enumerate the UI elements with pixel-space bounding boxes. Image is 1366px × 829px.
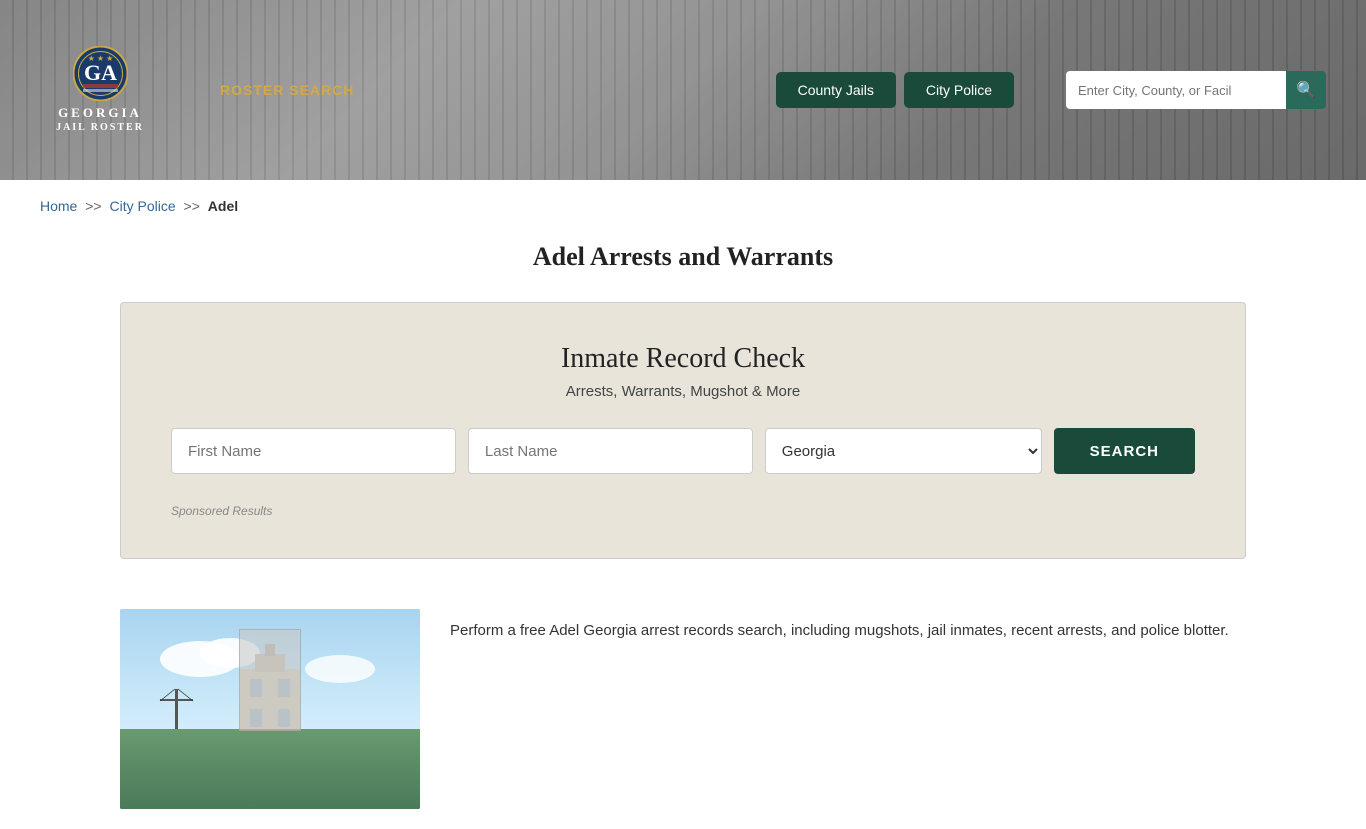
state-select[interactable]: Georgia Alabama Florida Tennessee South … (765, 428, 1042, 474)
breadcrumb-home[interactable]: Home (40, 198, 77, 214)
svg-text:★ ★ ★: ★ ★ ★ (87, 54, 113, 63)
breadcrumb-current: Adel (208, 198, 238, 214)
header-search-area: 🔍 (1066, 71, 1326, 109)
breadcrumb-sep2: >> (184, 198, 200, 214)
record-search-button[interactable]: SEARCH (1054, 428, 1195, 474)
breadcrumb: Home >> City Police >> Adel (0, 180, 1366, 232)
page-title-section: Adel Arrests and Warrants (0, 232, 1366, 302)
page-title: Adel Arrests and Warrants (40, 242, 1326, 272)
record-check-box: Inmate Record Check Arrests, Warrants, M… (120, 302, 1246, 559)
svg-text:GA: GA (84, 60, 117, 85)
location-illustration (120, 609, 420, 809)
breadcrumb-sep1: >> (85, 198, 101, 214)
record-check-form: Georgia Alabama Florida Tennessee South … (171, 428, 1195, 474)
georgia-seal-icon: GA ★ ★ ★ (73, 46, 128, 101)
sponsored-label: Sponsored Results (171, 504, 1195, 518)
bottom-section: Perform a free Adel Georgia arrest recor… (0, 589, 1366, 829)
search-icon: 🔍 (1296, 80, 1316, 100)
location-image (120, 609, 420, 809)
record-check-title: Inmate Record Check (171, 343, 1195, 375)
nav-buttons: County Jails City Police (776, 72, 1014, 108)
last-name-input[interactable] (468, 428, 753, 474)
header-search-button[interactable]: 🔍 (1286, 71, 1326, 109)
header-search-input[interactable] (1066, 71, 1286, 109)
first-name-input[interactable] (171, 428, 456, 474)
logo-text: GEORGIA JAIL ROSTER (56, 105, 144, 135)
header-banner: GA ★ ★ ★ GEORGIA JAIL ROSTER ROSTER SEAR… (0, 0, 1366, 180)
breadcrumb-city-police[interactable]: City Police (110, 198, 176, 214)
county-jails-button[interactable]: County Jails (776, 72, 896, 108)
record-check-subtitle: Arrests, Warrants, Mugshot & More (171, 383, 1195, 400)
city-police-button[interactable]: City Police (904, 72, 1014, 108)
bottom-description: Perform a free Adel Georgia arrest recor… (450, 609, 1246, 643)
nav-roster-search[interactable]: ROSTER SEARCH (220, 82, 354, 98)
logo-area: GA ★ ★ ★ GEORGIA JAIL ROSTER (40, 46, 160, 135)
